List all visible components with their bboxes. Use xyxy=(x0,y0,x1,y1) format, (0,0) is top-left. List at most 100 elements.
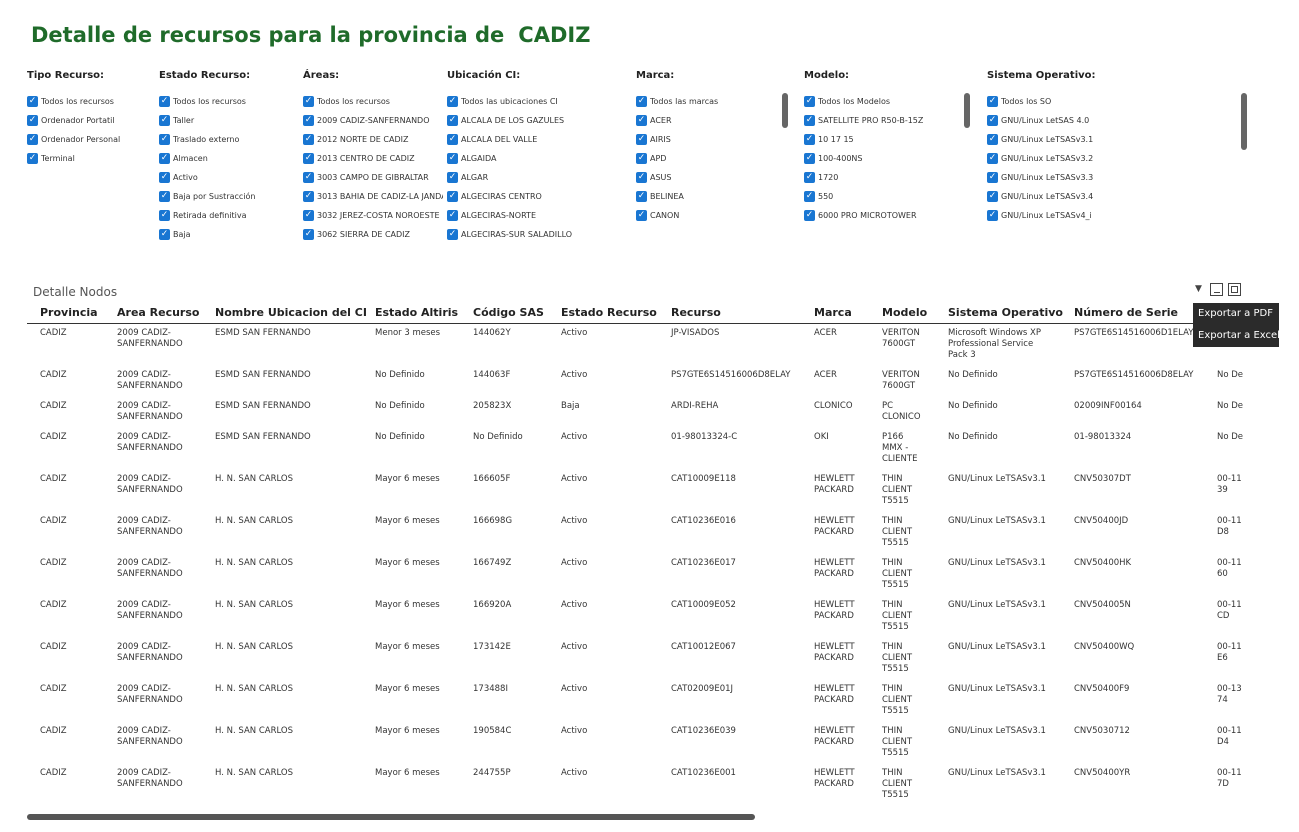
checkbox-icon[interactable]: ✓ xyxy=(636,134,647,145)
column-header[interactable]: Provincia xyxy=(40,306,98,319)
checkbox-icon[interactable]: ✓ xyxy=(987,191,998,202)
filter-option[interactable]: ✓ Traslado externo xyxy=(159,130,294,149)
filter-option[interactable]: ✓ ALGECIRAS-NORTE xyxy=(447,206,627,225)
export-excel-item[interactable]: Exportar a Excel xyxy=(1193,325,1280,347)
checkbox-icon[interactable]: ✓ xyxy=(447,191,458,202)
filter-option[interactable]: ✓ Taller xyxy=(159,111,294,130)
filter-option[interactable]: ✓ CANON xyxy=(636,206,776,225)
filter-option[interactable]: ✓ 3062 SIERRA DE CADIZ xyxy=(303,225,443,240)
filter-scrollbar[interactable] xyxy=(1241,93,1247,150)
filter-option[interactable]: ✓ 3003 CAMPO DE GIBRALTAR xyxy=(303,168,443,187)
filter-option[interactable]: ✓ 6000 PRO MICROTOWER xyxy=(804,206,959,225)
checkbox-icon[interactable]: ✓ xyxy=(303,134,314,145)
checkbox-icon[interactable]: ✓ xyxy=(987,153,998,164)
checkbox-icon[interactable]: ✓ xyxy=(159,172,170,183)
checkbox-icon[interactable]: ✓ xyxy=(987,96,998,107)
checkbox-icon[interactable]: ✓ xyxy=(159,96,170,107)
chevron-down-icon[interactable]: ▼ xyxy=(1195,284,1202,294)
checkbox-icon[interactable]: ✓ xyxy=(303,191,314,202)
filter-option[interactable]: ✓ BELINEA xyxy=(636,187,776,206)
filter-option[interactable]: ✓ Todos las marcas xyxy=(636,92,776,111)
filter-scrollbar[interactable] xyxy=(782,93,788,128)
checkbox-icon[interactable]: ✓ xyxy=(804,134,815,145)
checkbox-icon[interactable]: ✓ xyxy=(447,115,458,126)
filter-option[interactable]: ✓ ALGAIDA xyxy=(447,149,627,168)
checkbox-icon[interactable]: ✓ xyxy=(987,172,998,183)
checkbox-icon[interactable]: ✓ xyxy=(636,210,647,221)
filter-option[interactable]: ✓ Activo xyxy=(159,168,294,187)
filter-option[interactable]: ✓ ALGAR xyxy=(447,168,627,187)
table-row[interactable]: CADIZ 2009 CADIZ- SANFERNANDO ESMD SAN FER… xyxy=(27,397,1247,428)
checkbox-icon[interactable]: ✓ xyxy=(804,210,815,221)
checkbox-icon[interactable]: ✓ xyxy=(447,210,458,221)
checkbox-icon[interactable]: ✓ xyxy=(27,153,38,164)
column-header[interactable]: Area Recurso xyxy=(117,306,199,319)
column-header[interactable]: Marca xyxy=(814,306,852,319)
filter-option[interactable]: ✓ Retirada definitiva xyxy=(159,206,294,225)
checkbox-icon[interactable]: ✓ xyxy=(159,210,170,221)
table-row[interactable]: CADIZ 2009 CADIZ- SANFERNANDO H. N. SAN CA… xyxy=(27,764,1247,806)
filter-option[interactable]: ✓ Todos los recursos xyxy=(303,92,443,111)
filter-option[interactable]: ✓ ALGECIRAS CENTRO xyxy=(447,187,627,206)
filter-option[interactable]: ✓ Ordenador Portatil xyxy=(27,111,147,130)
filter-option[interactable]: ✓ ALCALA DE LOS GAZULES xyxy=(447,111,627,130)
checkbox-icon[interactable]: ✓ xyxy=(447,153,458,164)
table-row[interactable]: CADIZ 2009 CADIZ- SANFERNANDO ESMD SAN FER… xyxy=(27,366,1247,397)
filter-option[interactable]: ✓ 2009 CADIZ-SANFERNANDO xyxy=(303,111,443,130)
checkbox-icon[interactable]: ✓ xyxy=(447,229,458,240)
filter-option[interactable]: ✓ Ordenador Personal xyxy=(27,130,147,149)
filter-option[interactable]: ✓ Todos los recursos xyxy=(159,92,294,111)
checkbox-icon[interactable]: ✓ xyxy=(987,134,998,145)
checkbox-icon[interactable]: ✓ xyxy=(447,172,458,183)
checkbox-icon[interactable]: ✓ xyxy=(987,115,998,126)
column-header[interactable]: Sistema Operativo xyxy=(948,306,1063,319)
checkbox-icon[interactable]: ✓ xyxy=(804,153,815,164)
checkbox-icon[interactable]: ✓ xyxy=(636,172,647,183)
checkbox-icon[interactable]: ✓ xyxy=(27,115,38,126)
column-header[interactable]: Modelo xyxy=(882,306,927,319)
checkbox-icon[interactable]: ✓ xyxy=(303,172,314,183)
checkbox-icon[interactable]: ✓ xyxy=(303,153,314,164)
filter-option[interactable]: ✓ 100-400NS xyxy=(804,149,959,168)
column-header[interactable]: Estado Recurso xyxy=(561,306,657,319)
checkbox-icon[interactable]: ✓ xyxy=(636,115,647,126)
filter-option[interactable]: ✓ 550 xyxy=(804,187,959,206)
table-row[interactable]: CADIZ 2009 CADIZ- SANFERNANDO H. N. SAN CA… xyxy=(27,554,1247,596)
table-row[interactable]: CADIZ 2009 CADIZ- SANFERNANDO H. N. SAN CA… xyxy=(27,722,1247,764)
filter-option[interactable]: ✓ GNU/Linux LeTSASv3.2 xyxy=(987,149,1187,168)
filter-option[interactable]: ✓ 1720 xyxy=(804,168,959,187)
filter-option[interactable]: ✓ AIRIS xyxy=(636,130,776,149)
filter-scrollbar[interactable] xyxy=(964,93,970,128)
column-header[interactable]: Estado Altiris xyxy=(375,306,458,319)
checkbox-icon[interactable]: ✓ xyxy=(447,134,458,145)
checkbox-icon[interactable]: ✓ xyxy=(987,210,998,221)
filter-option[interactable]: ✓ SATELLITE PRO R50-B-15Z xyxy=(804,111,959,130)
column-header[interactable]: Nombre Ubicacion del CI xyxy=(215,306,367,319)
checkbox-icon[interactable]: ✓ xyxy=(804,191,815,202)
filter-option[interactable]: ✓ Baja xyxy=(159,225,294,240)
table-row[interactable]: CADIZ 2009 CADIZ- SANFERNANDO ESMD SAN FER… xyxy=(27,428,1247,470)
table-row[interactable]: CADIZ 2009 CADIZ- SANFERNANDO H. N. SAN CA… xyxy=(27,512,1247,554)
checkbox-icon[interactable]: ✓ xyxy=(804,172,815,183)
checkbox-icon[interactable]: ✓ xyxy=(303,96,314,107)
checkbox-icon[interactable]: ✓ xyxy=(159,115,170,126)
filter-option[interactable]: ✓ APD xyxy=(636,149,776,168)
table-row[interactable]: CADIZ 2009 CADIZ- SANFERNANDO H. N. SAN CA… xyxy=(27,470,1247,512)
filter-option[interactable]: ✓ 2012 NORTE DE CADIZ xyxy=(303,130,443,149)
checkbox-icon[interactable]: ✓ xyxy=(159,229,170,240)
filter-option[interactable]: ✓ Todos los recursos xyxy=(27,92,147,111)
checkbox-icon[interactable]: ✓ xyxy=(636,96,647,107)
minimize-button[interactable] xyxy=(1210,283,1223,296)
filter-option[interactable]: ✓ GNU/Linux LeTSASv3.1 xyxy=(987,130,1187,149)
filter-option[interactable]: ✓ Todos los SO xyxy=(987,92,1187,111)
checkbox-icon[interactable]: ✓ xyxy=(27,96,38,107)
filter-option[interactable]: ✓ Todos las ubicaciones CI xyxy=(447,92,627,111)
filter-option[interactable]: ✓ 3013 BAHIA DE CADIZ-LA JANDA xyxy=(303,187,443,206)
checkbox-icon[interactable]: ✓ xyxy=(636,153,647,164)
checkbox-icon[interactable]: ✓ xyxy=(804,115,815,126)
filter-option[interactable]: ✓ 3032 JEREZ-COSTA NOROESTE xyxy=(303,206,443,225)
table-row[interactable]: CADIZ 2009 CADIZ- SANFERNANDO ESMD SAN FER… xyxy=(27,324,1247,366)
filter-option[interactable]: ✓ GNU/Linux LetSAS 4.0 xyxy=(987,111,1187,130)
filter-option[interactable]: ✓ GNU/Linux LeTSASv3.3 xyxy=(987,168,1187,187)
column-header[interactable]: Código SAS xyxy=(473,306,544,319)
